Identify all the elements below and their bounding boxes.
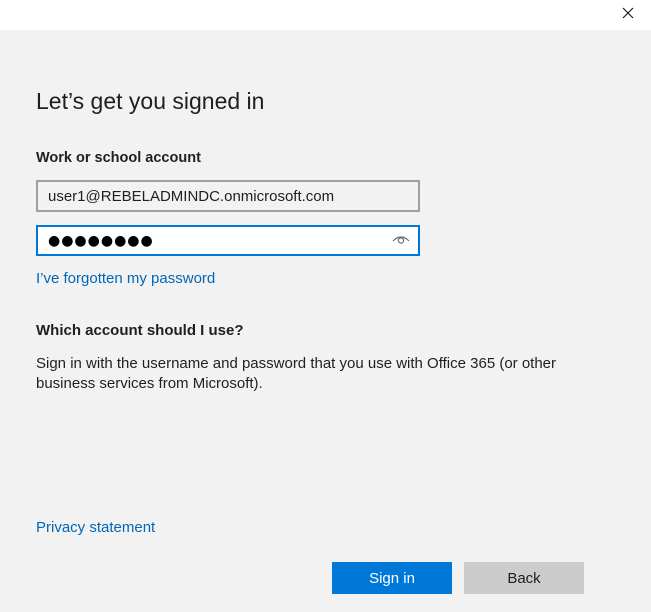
reveal-password-button[interactable] bbox=[390, 232, 412, 249]
which-account-text: Sign in with the username and password t… bbox=[36, 355, 557, 392]
password-field[interactable] bbox=[38, 227, 378, 254]
account-label: Work or school account bbox=[36, 150, 201, 166]
forgot-password-link[interactable]: I’ve forgotten my password bbox=[36, 270, 215, 287]
sign-in-dialog: Let’s get you signed in Work or school a… bbox=[0, 0, 651, 612]
privacy-statement-link[interactable]: Privacy statement bbox=[36, 519, 155, 536]
page-title: Let’s get you signed in bbox=[36, 88, 265, 114]
back-button[interactable]: Back bbox=[464, 562, 584, 594]
title-bar bbox=[0, 0, 651, 30]
which-account-heading: Which account should I use? bbox=[36, 322, 244, 339]
close-button[interactable] bbox=[605, 0, 651, 30]
password-field-container bbox=[36, 225, 420, 256]
username-field[interactable] bbox=[36, 180, 420, 212]
sign-in-button[interactable]: Sign in bbox=[332, 562, 452, 594]
eye-icon bbox=[392, 232, 410, 250]
close-icon bbox=[622, 6, 634, 24]
